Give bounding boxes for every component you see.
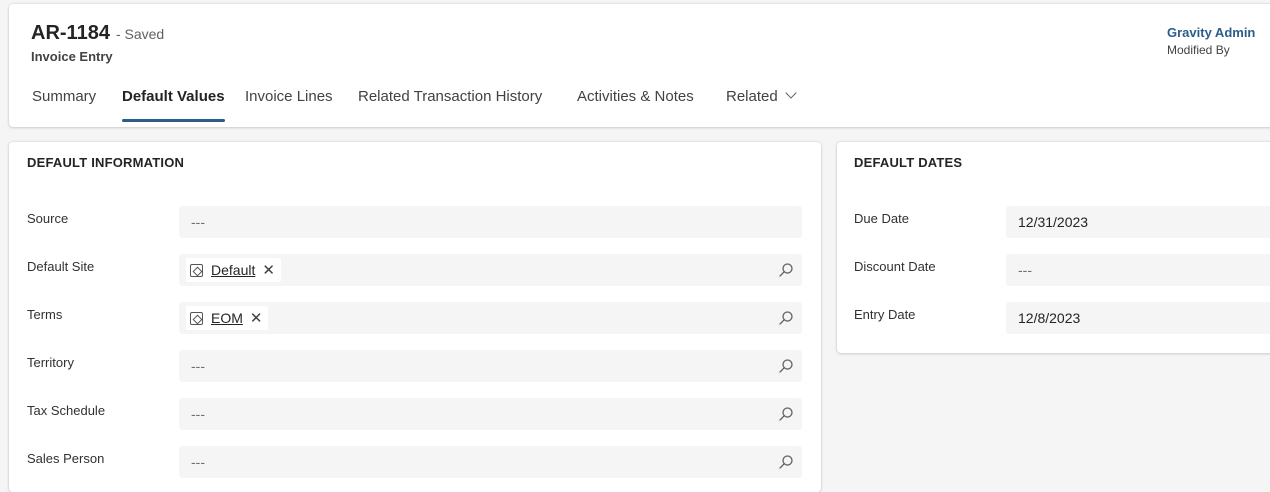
search-icon[interactable] [778,262,794,278]
tab-activities-notes[interactable]: Activities & Notes [577,88,694,122]
section-title: DEFAULT INFORMATION [27,155,185,170]
source-field[interactable]: --- [179,206,802,238]
record-title: AR-1184 [31,22,110,44]
terms-link[interactable]: EOM [211,310,243,326]
tax-schedule-value: --- [191,406,205,422]
record-icon [190,311,203,325]
entry-date-row: Entry Date 12/8/2023 [837,302,1270,334]
tab-label: Default Values [122,88,225,105]
close-icon[interactable]: ✕ [250,311,263,326]
territory-lookup[interactable]: --- [179,350,802,382]
tab-label: Activities & Notes [577,88,694,105]
record-icon [190,263,203,277]
sales-person-label: Sales Person [27,451,105,466]
owner-name-link[interactable]: Gravity Admin [1167,25,1255,40]
territory-row: Territory --- [9,350,821,382]
entry-date-value: 12/8/2023 [1018,310,1081,326]
default-dates-section: DEFAULT DATES Due Date 12/31/2023 Discou… [837,142,1270,353]
section-title: DEFAULT DATES [854,155,963,170]
due-date-label: Due Date [854,211,909,226]
title-row: AR-1184 - Saved [31,22,164,45]
due-date-row: Due Date 12/31/2023 [837,206,1270,238]
tax-schedule-label: Tax Schedule [27,403,106,418]
tax-schedule-lookup[interactable]: --- [179,398,802,430]
source-label: Source [27,211,69,226]
due-date-field[interactable]: 12/31/2023 [1006,206,1270,238]
discount-date-row: Discount Date --- [837,254,1270,286]
terms-tag[interactable]: EOM ✕ [186,306,269,330]
default-site-row: Default Site Default ✕ [9,254,821,286]
close-icon[interactable]: ✕ [262,263,275,278]
tab-invoice-lines[interactable]: Invoice Lines [245,88,333,122]
record-header: AR-1184 - Saved Invoice Entry Gravity Ad… [9,4,1270,127]
tab-default-values[interactable]: Default Values [122,88,225,122]
tab-label: Related [726,88,778,105]
search-icon[interactable] [778,454,794,470]
entry-date-label: Entry Date [854,307,916,322]
tax-schedule-row: Tax Schedule --- [9,398,821,430]
discount-date-label: Discount Date [854,259,936,274]
source-row: Source --- [9,206,821,238]
tab-related-transaction-history[interactable]: Related Transaction History [358,88,542,122]
sales-person-value: --- [191,454,205,470]
tab-label: Summary [32,88,97,105]
default-site-lookup[interactable]: Default ✕ [179,254,802,286]
tab-summary[interactable]: Summary [32,88,96,122]
owner-field-label: Modified By [1167,43,1230,57]
tab-label: Related Transaction History [358,88,543,105]
search-icon[interactable] [778,310,794,326]
territory-label: Territory [27,355,74,370]
search-icon[interactable] [778,358,794,374]
chevron-down-icon [785,87,797,99]
entry-date-field[interactable]: 12/8/2023 [1006,302,1270,334]
tab-related[interactable]: Related [726,87,797,122]
terms-row: Terms EOM ✕ [9,302,821,334]
terms-lookup[interactable]: EOM ✕ [179,302,802,334]
default-site-tag[interactable]: Default ✕ [186,258,281,282]
territory-value: --- [191,358,205,374]
default-site-link[interactable]: Default [211,262,255,278]
tab-label: Invoice Lines [245,88,333,105]
discount-date-field[interactable]: --- [1006,254,1270,286]
sales-person-row: Sales Person --- [9,446,821,478]
source-value: --- [191,214,205,230]
due-date-value: 12/31/2023 [1018,214,1089,230]
discount-date-value: --- [1018,262,1032,278]
save-status: - Saved [115,26,165,42]
entity-name: Invoice Entry [31,49,113,64]
search-icon[interactable] [778,406,794,422]
default-information-section: DEFAULT INFORMATION Source --- Default S… [9,142,821,492]
terms-label: Terms [27,307,63,322]
sales-person-lookup[interactable]: --- [179,446,802,478]
default-site-label: Default Site [27,259,95,274]
owner-block: Gravity Admin Modified By [1167,25,1255,57]
